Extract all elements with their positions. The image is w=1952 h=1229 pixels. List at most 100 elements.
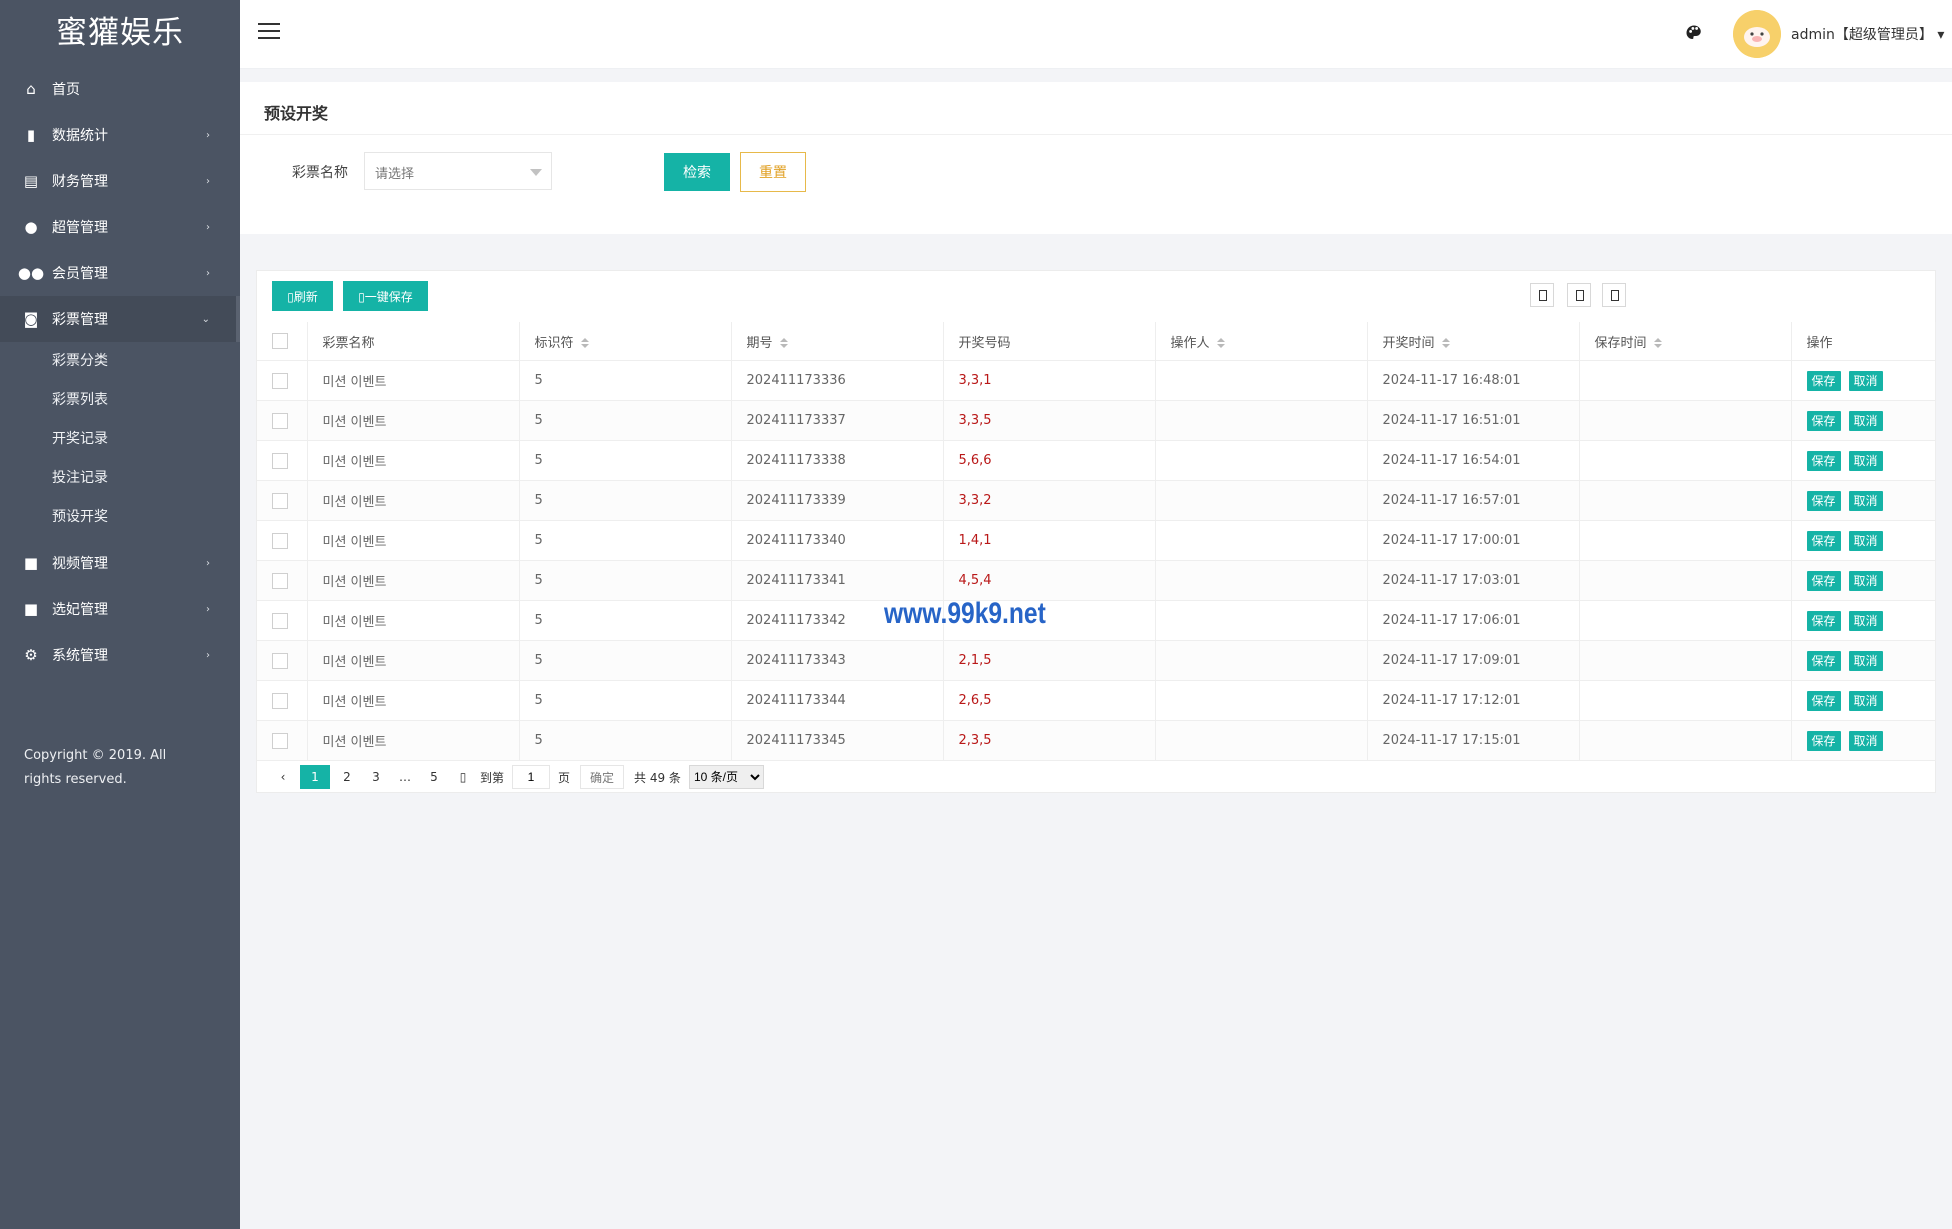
- row-checkbox[interactable]: [272, 452, 288, 469]
- column-identifier[interactable]: 标识符: [519, 322, 732, 361]
- page-size-select[interactable]: 10 条/页: [688, 765, 764, 789]
- row-checkbox[interactable]: [272, 652, 288, 669]
- print-icon[interactable]: [1602, 283, 1626, 307]
- row-save-button[interactable]: 保存: [1806, 410, 1841, 431]
- search-button[interactable]: 检索: [664, 153, 730, 191]
- chevron-right-icon: ›: [206, 557, 210, 569]
- row-checkbox[interactable]: [272, 492, 288, 509]
- watermark-text: www.99k9.net: [884, 597, 1046, 630]
- row-cancel-button[interactable]: 取消: [1848, 490, 1883, 511]
- numbers-cell[interactable]: 5,6,6: [943, 440, 1156, 481]
- row-checkbox[interactable]: [272, 532, 288, 549]
- page-button[interactable]: 2: [335, 765, 359, 789]
- numbers-cell[interactable]: 3,3,5: [943, 400, 1156, 441]
- numbers-cell[interactable]: 4,5,4: [943, 560, 1156, 601]
- select-all-cell[interactable]: [257, 322, 308, 361]
- sidebar-item-lottery-management[interactable]: ◙ 彩票管理 ⌄: [0, 296, 240, 342]
- previous-page-icon[interactable]: ‹: [271, 765, 295, 789]
- sort-icon[interactable]: [580, 338, 589, 348]
- sidebar-item-data-statistics[interactable]: ▮ 数据统计 ›: [0, 112, 240, 158]
- numbers-cell[interactable]: 2,3,5: [943, 720, 1156, 761]
- row-save-button[interactable]: 保存: [1806, 690, 1841, 711]
- refresh-button[interactable]: ▯刷新: [272, 281, 333, 311]
- row-save-button[interactable]: 保存: [1806, 610, 1841, 631]
- column-draw-time[interactable]: 开奖时间: [1367, 322, 1580, 361]
- lottery-name-select[interactable]: 请选择: [364, 152, 552, 190]
- actions-cell: 保存 取消: [1791, 400, 1936, 441]
- numbers-cell[interactable]: 3,3,2: [943, 480, 1156, 521]
- row-save-button[interactable]: 保存: [1806, 370, 1841, 391]
- column-issue-number[interactable]: 期号: [731, 322, 944, 361]
- row-cancel-button[interactable]: 取消: [1848, 370, 1883, 391]
- row-cancel-button[interactable]: 取消: [1848, 690, 1883, 711]
- refresh-icon: ▯: [287, 289, 294, 304]
- draw-time-cell: 2024-11-17 17:15:01: [1367, 720, 1580, 761]
- row-checkbox[interactable]: [272, 412, 288, 429]
- row-cancel-button[interactable]: 取消: [1848, 570, 1883, 591]
- next-page-icon[interactable]: ▯: [451, 765, 475, 789]
- sidebar-item-finance[interactable]: ▤ 财务管理 ›: [0, 158, 240, 204]
- row-cancel-button[interactable]: 取消: [1848, 450, 1883, 471]
- row-save-button[interactable]: 保存: [1806, 650, 1841, 671]
- sidebar-item-label: 系统管理: [52, 648, 108, 664]
- sort-icon[interactable]: [1653, 338, 1662, 348]
- row-checkbox[interactable]: [272, 572, 288, 589]
- row-checkbox[interactable]: [272, 612, 288, 629]
- row-checkbox[interactable]: [272, 692, 288, 709]
- identifier-cell: 5: [519, 400, 732, 441]
- sidebar-subitem-lottery-category[interactable]: 彩票分类: [0, 342, 240, 381]
- avatar[interactable]: [1733, 10, 1781, 58]
- sidebar-subitem-bet-records[interactable]: 投注记录: [0, 459, 240, 498]
- menu-toggle-icon[interactable]: [258, 23, 280, 41]
- row-cancel-button[interactable]: 取消: [1848, 730, 1883, 751]
- issue-cell: 202411173340: [731, 520, 944, 561]
- row-cancel-button[interactable]: 取消: [1848, 410, 1883, 431]
- row-save-button[interactable]: 保存: [1806, 570, 1841, 591]
- sort-icon[interactable]: [779, 338, 788, 348]
- filter-columns-icon[interactable]: [1530, 283, 1554, 307]
- lottery-name-cell: 미션 이벤트: [307, 440, 520, 481]
- row-save-button[interactable]: 保存: [1806, 450, 1841, 471]
- chevron-right-icon: ›: [206, 267, 210, 279]
- sidebar-item-super-admin[interactable]: ● 超管管理 ›: [0, 204, 240, 250]
- sidebar-subitem-draw-records[interactable]: 开奖记录: [0, 420, 240, 459]
- save-all-button[interactable]: ▯一键保存: [343, 281, 428, 311]
- numbers-cell[interactable]: 1,4,1: [943, 520, 1156, 561]
- reset-button[interactable]: 重置: [740, 152, 806, 192]
- identifier-cell: 5: [519, 480, 732, 521]
- page-button-current[interactable]: 1: [300, 765, 330, 789]
- save-all-button-label: 一键保存: [364, 289, 413, 304]
- row-save-button[interactable]: 保存: [1806, 730, 1841, 751]
- row-cancel-button[interactable]: 取消: [1848, 650, 1883, 671]
- page-jump-confirm-button[interactable]: 确定: [580, 765, 625, 789]
- row-checkbox[interactable]: [272, 732, 288, 749]
- page-button[interactable]: 3: [364, 765, 388, 789]
- actions-cell: 保存 取消: [1791, 640, 1936, 681]
- page-jump-input[interactable]: [512, 765, 551, 789]
- sidebar-item-system[interactable]: ⚙ 系统管理 ›: [0, 632, 240, 678]
- palette-icon[interactable]: [1685, 24, 1703, 42]
- row-cancel-button[interactable]: 取消: [1848, 610, 1883, 631]
- row-save-button[interactable]: 保存: [1806, 490, 1841, 511]
- select-all-checkbox[interactable]: [272, 333, 288, 349]
- sidebar-subitem-lottery-list[interactable]: 彩票列表: [0, 381, 240, 420]
- page-button[interactable]: 5: [422, 765, 446, 789]
- sidebar-item-members[interactable]: ●● 会员管理 ›: [0, 250, 240, 296]
- sidebar-item-concubine[interactable]: ■ 选妃管理 ›: [0, 586, 240, 632]
- export-icon[interactable]: [1567, 283, 1591, 307]
- column-save-time[interactable]: 保存时间: [1579, 322, 1792, 361]
- sidebar-item-home[interactable]: ⌂ 首页: [0, 66, 240, 112]
- column-operator[interactable]: 操作人: [1155, 322, 1368, 361]
- sort-icon[interactable]: [1441, 338, 1450, 348]
- sort-icon[interactable]: [1216, 338, 1225, 348]
- row-cancel-button[interactable]: 取消: [1848, 530, 1883, 551]
- row-checkbox[interactable]: [272, 372, 288, 389]
- numbers-cell[interactable]: 2,6,5: [943, 680, 1156, 721]
- row-save-button[interactable]: 保存: [1806, 530, 1841, 551]
- numbers-cell[interactable]: 2,1,5: [943, 640, 1156, 681]
- sidebar-item-video[interactable]: ■ 视频管理 ›: [0, 540, 240, 586]
- user-menu[interactable]: admin【超级管理员】 ▾: [1791, 24, 1944, 44]
- sidebar-subitem-preset-draw[interactable]: 预设开奖: [0, 498, 240, 537]
- numbers-cell[interactable]: 3,3,1: [943, 360, 1156, 401]
- save-icon: ▯: [358, 289, 365, 304]
